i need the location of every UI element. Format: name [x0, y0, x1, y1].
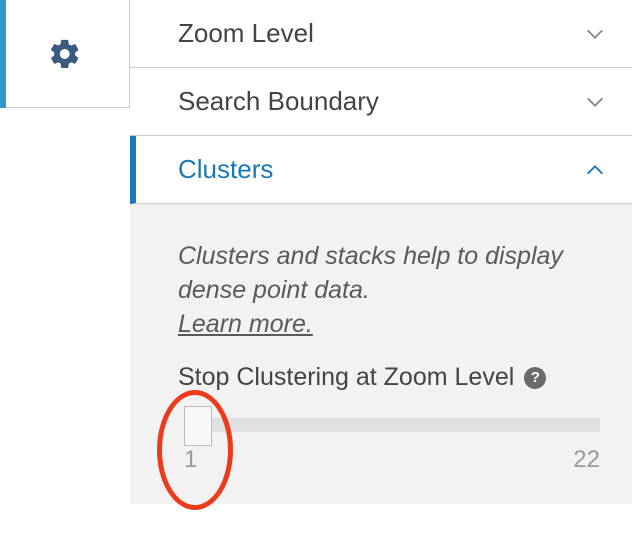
stop-clustering-label: Stop Clustering at Zoom Level — [178, 363, 514, 392]
gear-icon — [48, 37, 82, 71]
chevron-up-icon — [584, 159, 606, 181]
accordion-clusters[interactable]: Clusters — [130, 136, 632, 204]
accordion-label: Search Boundary — [178, 86, 379, 117]
active-tab-indicator — [0, 0, 6, 108]
accordion-label: Clusters — [178, 154, 273, 185]
learn-more-link[interactable]: Learn more. — [178, 310, 313, 338]
clusters-panel-body: Clusters and stacks help to display dens… — [130, 204, 632, 504]
settings-panel: Zoom Level Search Boundary Clusters Clus… — [130, 0, 632, 504]
slider-track[interactable] — [184, 418, 600, 432]
hint-text: Clusters and stacks help to display dens… — [178, 242, 563, 304]
stop-clustering-label-row: Stop Clustering at Zoom Level ? — [178, 363, 606, 392]
clusters-hint: Clusters and stacks help to display dens… — [178, 240, 606, 341]
slider-min: 1 — [184, 446, 197, 474]
slider-thumb[interactable] — [184, 406, 212, 446]
accordion-label: Zoom Level — [178, 18, 314, 49]
slider-max: 22 — [573, 446, 600, 474]
accordion-zoom-level[interactable]: Zoom Level — [130, 0, 632, 68]
help-icon[interactable]: ? — [524, 367, 546, 389]
accordion-search-boundary[interactable]: Search Boundary — [130, 68, 632, 136]
slider-range-labels: 1 22 — [184, 446, 600, 474]
zoom-level-slider[interactable]: 1 22 — [178, 418, 606, 474]
chevron-down-icon — [584, 91, 606, 113]
chevron-down-icon — [584, 23, 606, 45]
settings-sidebar-tab[interactable] — [0, 0, 130, 108]
